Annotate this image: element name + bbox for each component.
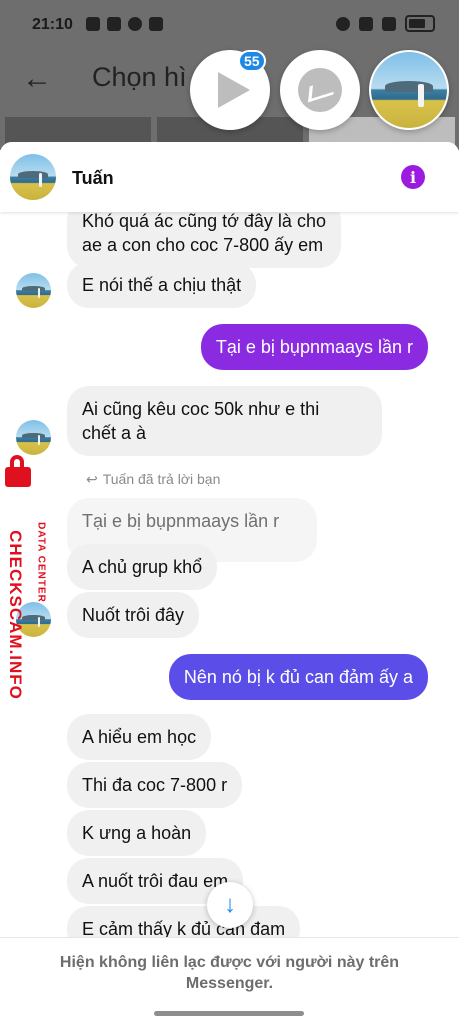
contact-avatar [371, 52, 447, 128]
scroll-down-button[interactable]: ↓ [207, 882, 253, 928]
battery-icon [405, 15, 435, 32]
status-bar: 21:10 [0, 0, 459, 50]
messenger-chathead[interactable] [280, 50, 360, 130]
system-icons [336, 15, 435, 32]
message-bubble[interactable]: A hiểu em học [67, 714, 212, 760]
message-bubble[interactable]: K ưng a hoàn [67, 810, 207, 856]
message-bubble[interactable]: E nói thế a chịu thật [67, 262, 257, 308]
message-bubble[interactable]: Khó quá ác cũng tớ đây là cho ae a con c… [67, 212, 341, 268]
background-app-title: Chọn hì [92, 62, 187, 92]
message-bubble[interactable]: E cảm thấy k đủ can đam [67, 906, 301, 937]
watermark-subtitle: DATA CENTER [35, 522, 47, 603]
chat-header: Tuấn i [0, 142, 459, 212]
sender-avatar [16, 420, 51, 455]
back-arrow-icon[interactable]: ← [22, 62, 52, 96]
discord-icon [86, 17, 100, 31]
sender-avatar [16, 273, 51, 308]
gesture-nav-bar[interactable] [154, 1011, 304, 1016]
status-time: 21:10 [32, 16, 73, 33]
message-bubble-outgoing[interactable]: Nên nó bị k đủ can đảm ấy a [168, 654, 428, 700]
footer-notice-text: Hiện không liên lạc được với người này t… [59, 954, 400, 992]
shield-icon [149, 17, 163, 31]
chat-panel: Tuấn i Khó quá ác cũng tớ đây là cho ae … [0, 142, 459, 1024]
message-bubble[interactable]: Nuốt trôi đây [67, 592, 200, 638]
footer-notice: Hiện không liên lạc được với người này t… [0, 937, 459, 1008]
watermark-brand: CHECKSCAM.INFO [6, 530, 25, 700]
message-bubble[interactable]: A chủ grup khổ [67, 544, 218, 590]
video-chathead[interactable]: 55 [190, 50, 270, 130]
zalo-icon [107, 17, 121, 31]
play-icon [218, 72, 250, 108]
reply-icon: ↩ [86, 471, 98, 487]
message-thread[interactable]: Khó quá ác cũng tớ đây là cho ae a con c… [0, 212, 459, 937]
arrow-down-icon: ↓ [224, 891, 236, 918]
watermark: DATA CENTER CHECKSCAM.INFO [3, 455, 47, 700]
contact-name[interactable]: Tuấn [72, 168, 114, 189]
signal-icon [382, 16, 396, 31]
lock-icon [3, 455, 33, 487]
info-icon[interactable]: i [401, 165, 425, 189]
message-bubble[interactable]: Ai cũng kêu coc 50k như e thi chết a à [67, 386, 382, 456]
header-avatar[interactable] [10, 154, 56, 200]
notification-icons [86, 17, 163, 31]
wifi-icon [359, 16, 373, 31]
alarm-icon [336, 16, 350, 31]
unread-badge: 55 [238, 50, 266, 72]
messenger-icon [298, 68, 342, 112]
spotify-icon [128, 17, 142, 31]
contact-chathead[interactable] [369, 50, 449, 130]
reply-note: ↩ Tuấn đã trả lời bạn [86, 471, 220, 488]
message-bubble-outgoing[interactable]: Tại e bị bụpnmaays lần r [200, 324, 428, 370]
reply-note-text: Tuấn đã trả lời bạn [102, 471, 221, 487]
message-bubble[interactable]: Thi đa coc 7-800 r [67, 762, 243, 808]
